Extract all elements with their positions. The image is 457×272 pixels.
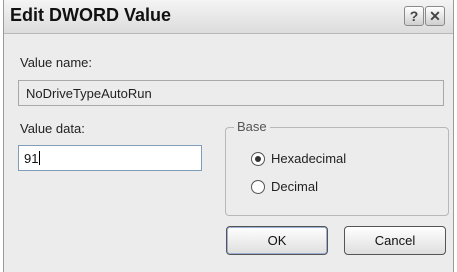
hexadecimal-label[interactable]: Hexadecimal <box>271 151 346 166</box>
value-data-text: 91 <box>24 151 39 166</box>
decimal-option[interactable]: Decimal <box>251 179 318 194</box>
hexadecimal-option[interactable]: Hexadecimal <box>251 151 346 166</box>
close-button[interactable]: ✕ <box>425 6 445 26</box>
help-icon: ? <box>409 8 419 24</box>
value-data-input[interactable]: 91 <box>18 145 202 171</box>
base-label: Base <box>234 119 270 134</box>
base-groupbox: Base Hexadecimal Decimal <box>225 119 449 216</box>
value-name-text: NoDriveTypeAutoRun <box>26 86 152 101</box>
title-bar[interactable]: Edit DWORD Value ? ✕ <box>4 0 453 34</box>
help-button[interactable]: ? <box>404 6 424 26</box>
dialog-title: Edit DWORD Value <box>10 5 172 25</box>
close-icon: ✕ <box>429 7 441 24</box>
edit-dword-dialog: Edit DWORD Value ? ✕ Value name: NoDrive… <box>3 0 454 272</box>
ok-button[interactable]: OK <box>226 226 328 255</box>
ok-button-label: OK <box>267 233 287 248</box>
cancel-button[interactable]: Cancel <box>344 226 446 255</box>
decimal-label[interactable]: Decimal <box>271 179 318 194</box>
value-name-field: NoDriveTypeAutoRun <box>18 80 444 106</box>
hexadecimal-radio[interactable] <box>251 151 265 166</box>
text-caret <box>39 151 41 165</box>
decimal-radio[interactable] <box>251 179 265 194</box>
value-data-label: Value data: <box>20 121 85 136</box>
value-name-label: Value name: <box>20 55 93 70</box>
cancel-button-label: Cancel <box>374 233 416 248</box>
